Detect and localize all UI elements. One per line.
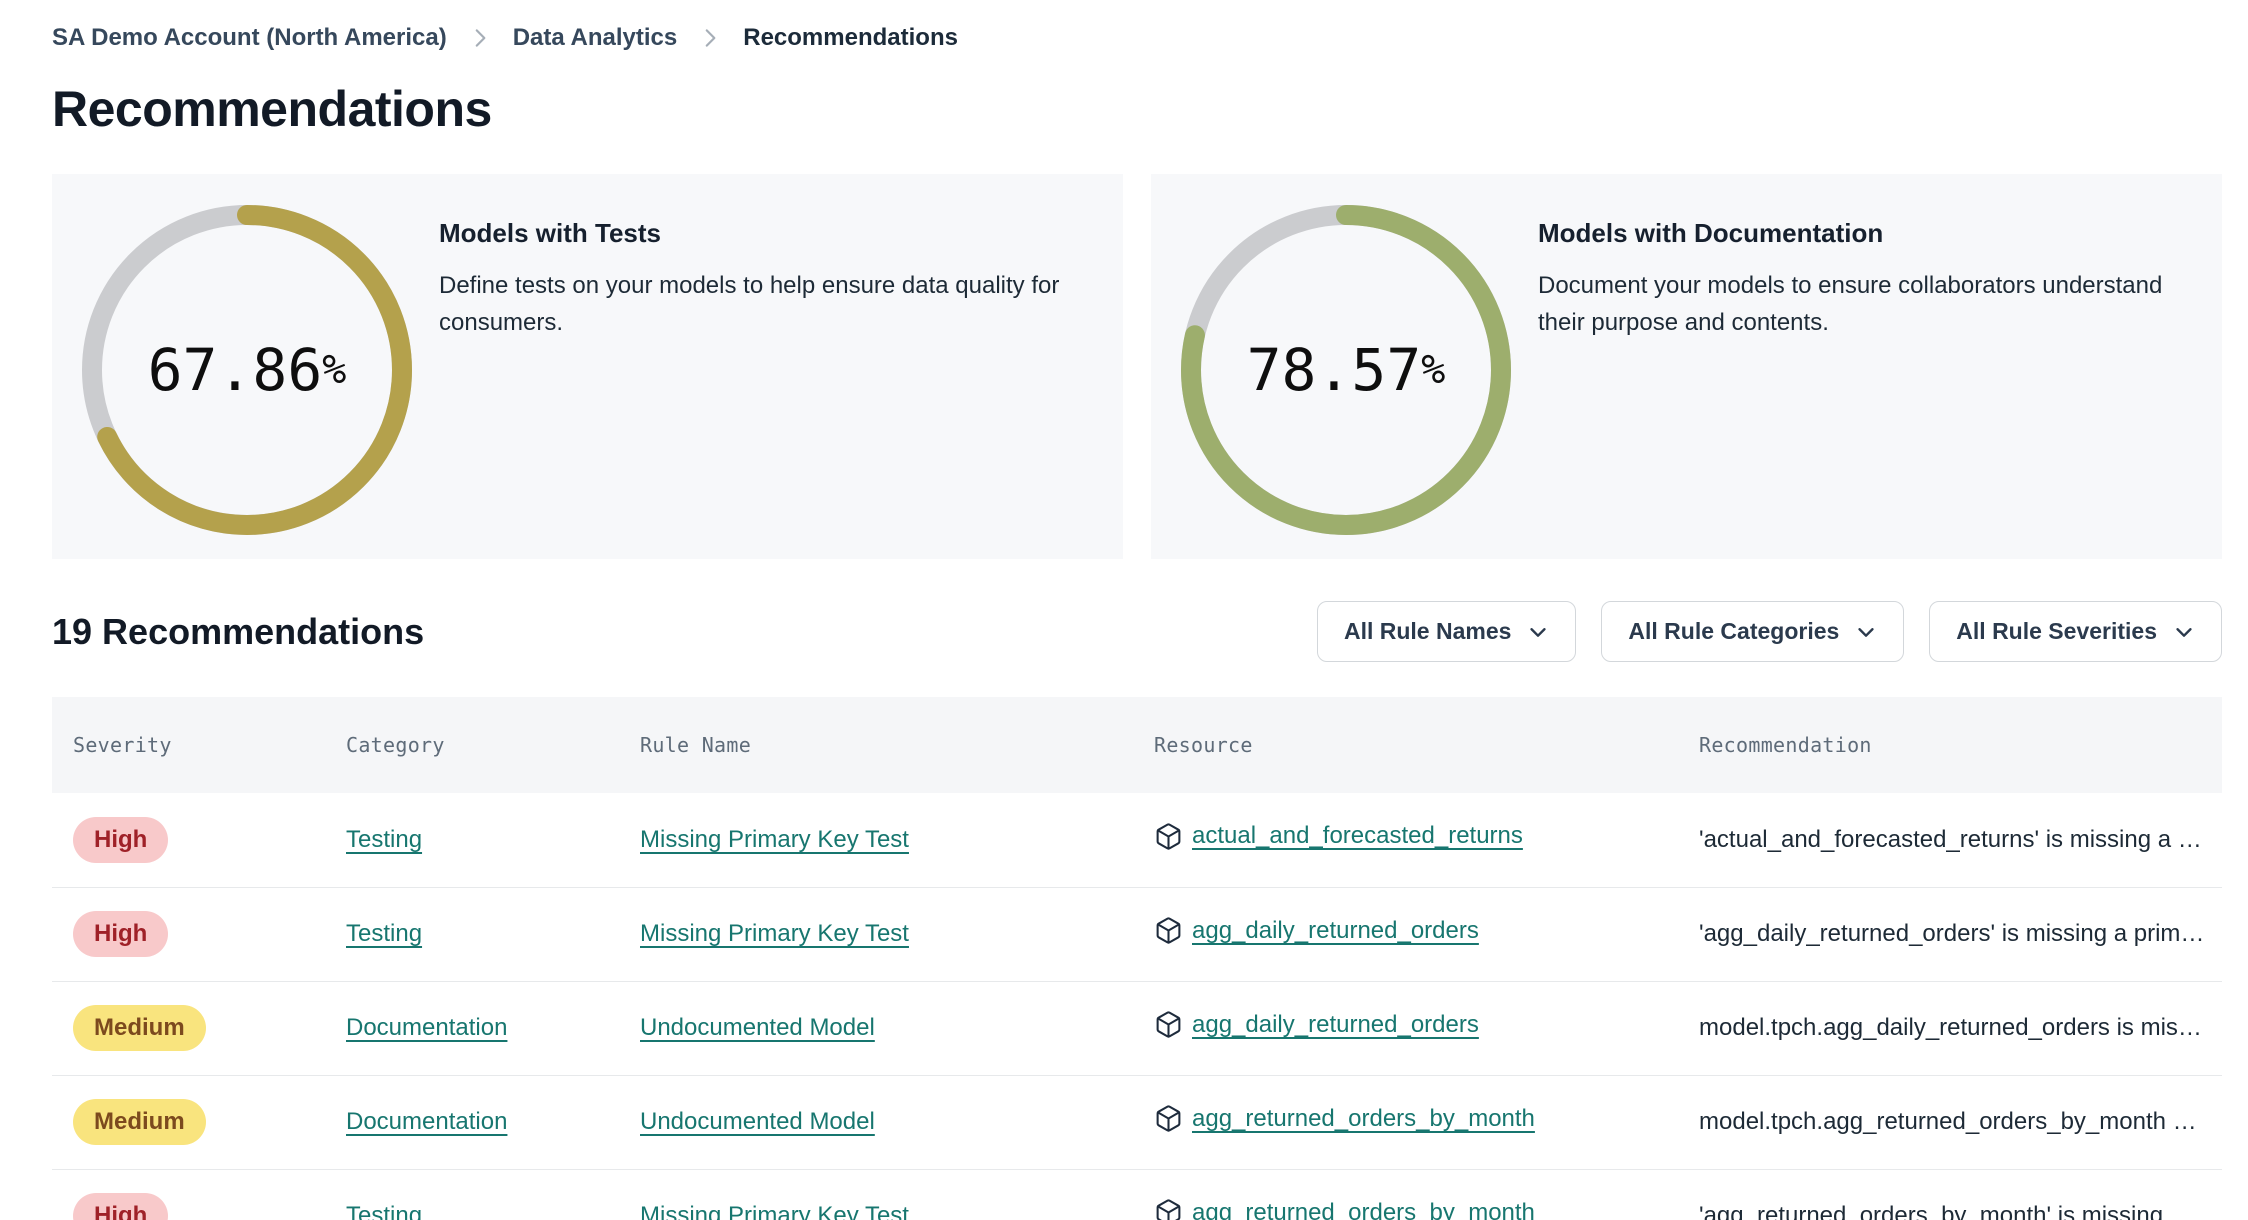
tests-percentage: 67.86% bbox=[147, 336, 347, 404]
recommendations-table: Severity Category Rule Name Resource Rec… bbox=[52, 697, 2222, 1220]
column-header-rule-name: Rule Name bbox=[619, 697, 1133, 793]
table-row: High Testing Missing Primary Key Test ag… bbox=[52, 1169, 2222, 1220]
severity-badge: Medium bbox=[73, 1099, 206, 1145]
category-link[interactable]: Testing bbox=[346, 826, 422, 853]
table-row: High Testing Missing Primary Key Test ag… bbox=[52, 887, 2222, 982]
column-header-resource: Resource bbox=[1133, 697, 1678, 793]
breadcrumb-account[interactable]: SA Demo Account (North America) bbox=[52, 24, 447, 52]
resource-link[interactable]: agg_daily_returned_orders bbox=[1192, 917, 1479, 945]
rule-name-link[interactable]: Missing Primary Key Test bbox=[640, 826, 909, 853]
model-cube-icon bbox=[1154, 1198, 1183, 1220]
resource-link[interactable]: agg_returned_orders_by_month bbox=[1192, 1105, 1535, 1133]
card-title: Models with Tests bbox=[439, 218, 661, 248]
summary-cards: 67.86% Models with Tests Define tests on… bbox=[52, 174, 2222, 559]
rule-name-link[interactable]: Undocumented Model bbox=[640, 1108, 875, 1135]
breadcrumb: SA Demo Account (North America) Data Ana… bbox=[52, 24, 2222, 52]
severity-badge: High bbox=[73, 911, 169, 957]
table-row: Medium Documentation Undocumented Model … bbox=[52, 981, 2222, 1076]
rule-name-link[interactable]: Undocumented Model bbox=[640, 1014, 875, 1041]
documentation-percentage: 78.57% bbox=[1246, 336, 1446, 404]
models-with-documentation-card: 78.57% Models with Documentation Documen… bbox=[1151, 174, 2222, 559]
column-header-category: Category bbox=[325, 697, 619, 793]
severity-badge: High bbox=[73, 816, 169, 863]
category-link[interactable]: Documentation bbox=[346, 1108, 507, 1135]
table-row: Medium Documentation Undocumented Model … bbox=[52, 1075, 2222, 1170]
filter-bar: All Rule Names All Rule Categories All R… bbox=[1316, 601, 2222, 662]
chevron-right-icon bbox=[467, 25, 493, 51]
table-row: High Testing Missing Primary Key Test ac… bbox=[52, 793, 2222, 888]
chevron-down-icon bbox=[1527, 621, 1549, 643]
category-link[interactable]: Documentation bbox=[346, 1014, 507, 1041]
table-header-row: Severity Category Rule Name Resource Rec… bbox=[52, 697, 2222, 793]
recommendations-count-heading: 19 Recommendations bbox=[52, 610, 425, 652]
tests-donut-chart: 67.86% bbox=[82, 205, 412, 535]
model-cube-icon bbox=[1154, 1010, 1183, 1039]
card-description: Document your models to ensure collabora… bbox=[1538, 272, 2163, 336]
severity-badge: High bbox=[73, 1193, 169, 1220]
model-cube-icon bbox=[1154, 822, 1183, 851]
list-header: 19 Recommendations All Rule Names All Ru… bbox=[52, 601, 2222, 662]
card-description: Define tests on your models to help ensu… bbox=[439, 272, 1060, 336]
column-header-recommendation: Recommendation bbox=[1678, 697, 2222, 793]
severity-badge: Medium bbox=[73, 1005, 206, 1051]
breadcrumb-current: Recommendations bbox=[743, 24, 958, 51]
recommendations-page: SA Demo Account (North America) Data Ana… bbox=[0, 0, 2248, 1220]
recommendation-text: 'actual_and_forecasted_returns' is missi… bbox=[1699, 825, 2202, 853]
rule-name-link[interactable]: Missing Primary Key Test bbox=[640, 920, 909, 947]
documentation-donut-chart: 78.57% bbox=[1181, 205, 1511, 535]
recommendation-text: 'agg_daily_returned_orders' is missing a… bbox=[1699, 920, 2205, 947]
resource-link[interactable]: agg_daily_returned_orders bbox=[1192, 1011, 1479, 1039]
chevron-down-icon bbox=[1855, 621, 1877, 643]
resource-link[interactable]: actual_and_forecasted_returns bbox=[1192, 822, 1523, 850]
rule-severities-filter-dropdown[interactable]: All Rule Severities bbox=[1929, 601, 2222, 662]
card-title: Models with Documentation bbox=[1538, 218, 1884, 248]
models-with-tests-card: 67.86% Models with Tests Define tests on… bbox=[52, 174, 1123, 559]
model-cube-icon bbox=[1154, 1104, 1183, 1133]
recommendation-text: model.tpch.agg_returned_orders_by_month … bbox=[1699, 1108, 2197, 1135]
rule-names-filter-dropdown[interactable]: All Rule Names bbox=[1316, 601, 1577, 662]
column-header-severity: Severity bbox=[52, 697, 325, 793]
resource-link[interactable]: agg_returned_orders_by_month bbox=[1192, 1199, 1535, 1220]
chevron-right-icon bbox=[697, 25, 723, 51]
recommendation-text: 'agg_returned_orders_by_month' is missin… bbox=[1699, 1202, 2194, 1220]
page-title: Recommendations bbox=[52, 81, 492, 137]
rule-name-link[interactable]: Missing Primary Key Test bbox=[640, 1202, 909, 1220]
category-link[interactable]: Testing bbox=[346, 1202, 422, 1220]
chevron-down-icon bbox=[2173, 621, 2195, 643]
category-link[interactable]: Testing bbox=[346, 920, 422, 947]
recommendation-text: model.tpch.agg_daily_returned_orders is … bbox=[1699, 1014, 2202, 1041]
breadcrumb-project[interactable]: Data Analytics bbox=[513, 24, 678, 52]
model-cube-icon bbox=[1154, 916, 1183, 945]
rule-categories-filter-dropdown[interactable]: All Rule Categories bbox=[1601, 601, 1905, 662]
